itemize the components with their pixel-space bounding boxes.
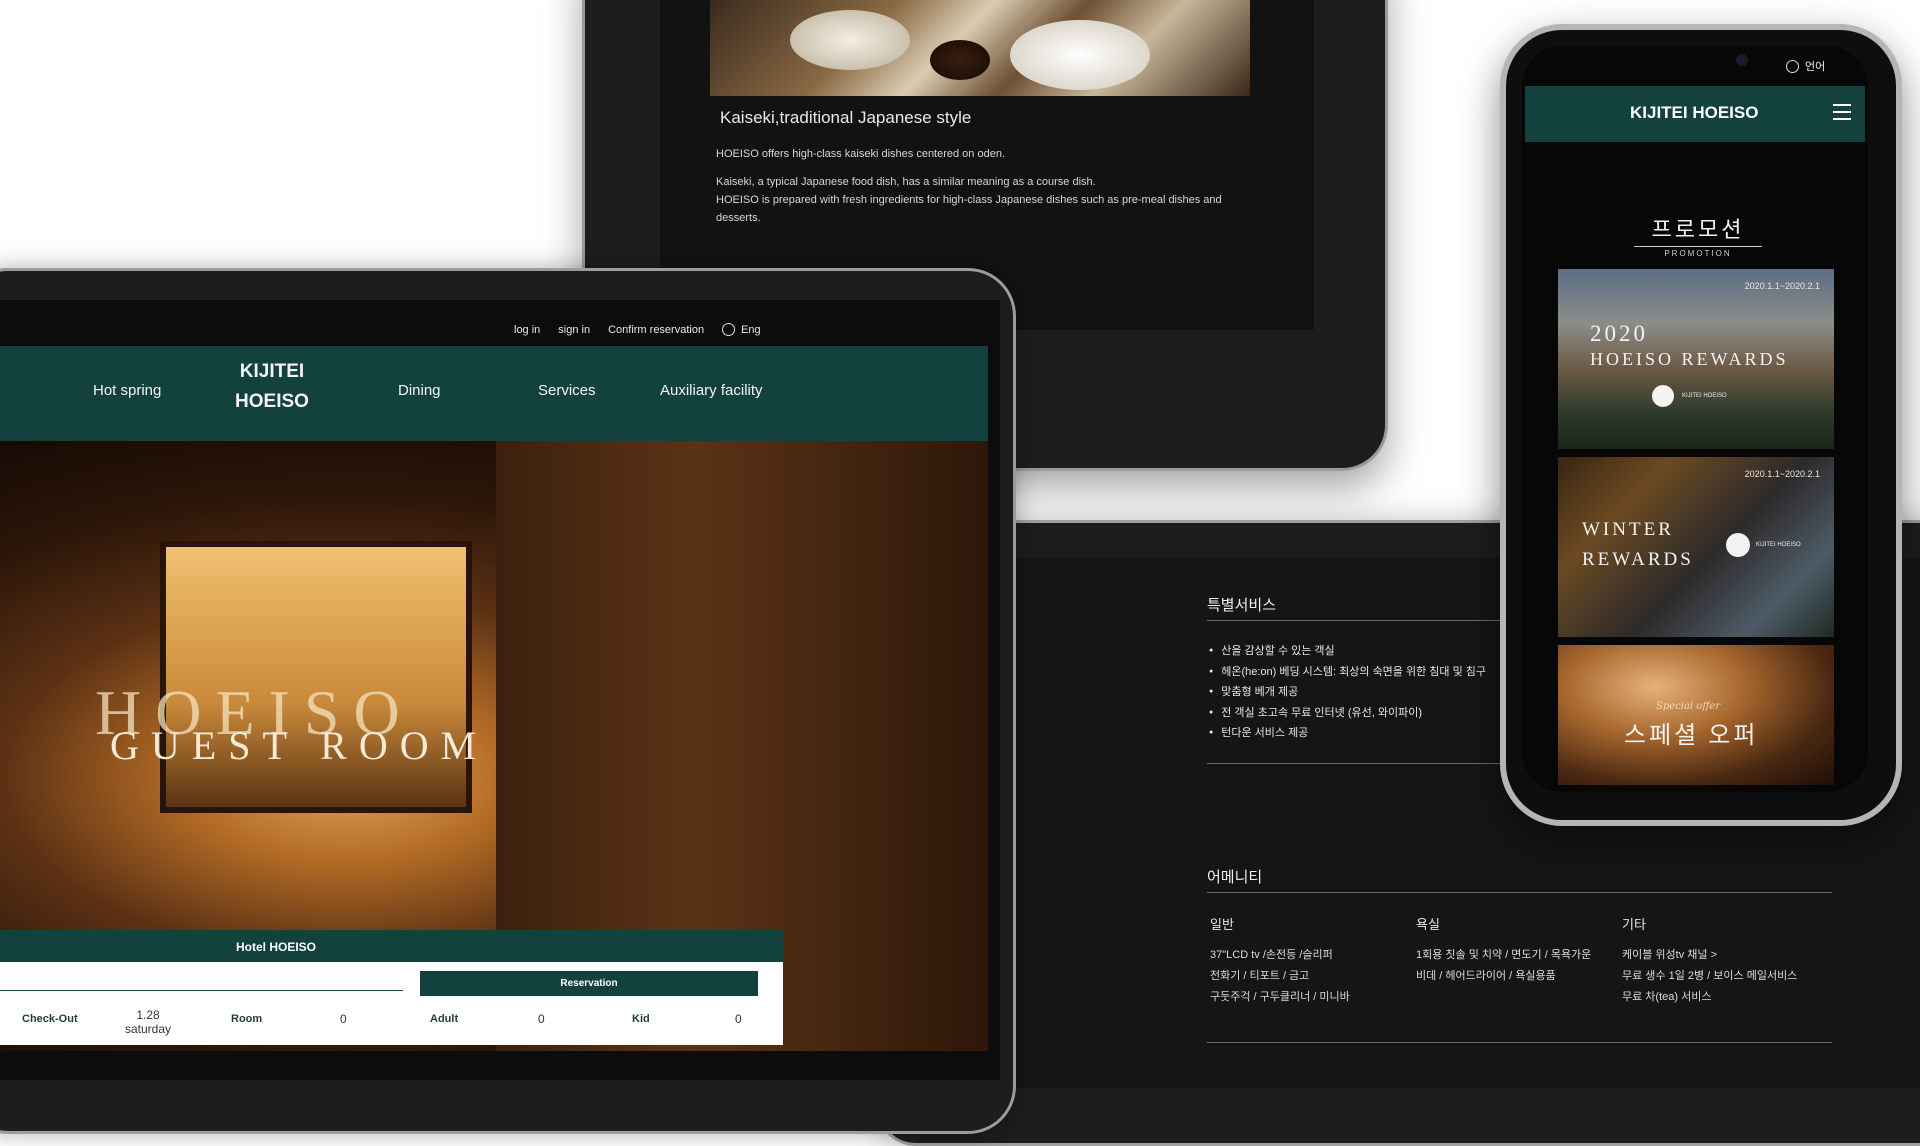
language-selector[interactable]: Eng bbox=[722, 323, 761, 336]
promo-card-title: REWARDS bbox=[1582, 549, 1694, 570]
amenity-line: 37"LCD tv /손전등 /슬리퍼 bbox=[1210, 949, 1333, 961]
promotion-title: 프로모션 bbox=[1651, 218, 1745, 243]
reservation-button[interactable]: Reservation bbox=[420, 971, 758, 996]
promo-card-title: HOEISO REWARDS bbox=[1590, 349, 1789, 369]
divider bbox=[0, 990, 403, 991]
adult-count[interactable]: 0 bbox=[538, 1012, 545, 1026]
crane-logo-icon bbox=[1726, 533, 1750, 557]
amenity-line: 구둣주걱 / 구두클리너 / 미니바 bbox=[1210, 991, 1350, 1003]
promo-card[interactable]: Special offer 스페셜 오퍼 bbox=[1558, 645, 1834, 785]
nav-hot-spring[interactable]: Hot spring bbox=[93, 382, 161, 399]
nav-dining[interactable]: Dining bbox=[398, 382, 441, 399]
camera-icon bbox=[1736, 54, 1748, 66]
room-label: Room bbox=[231, 1013, 263, 1025]
promo-card-title: WINTER bbox=[1582, 519, 1674, 540]
list-item: 산을 감상할 수 있는 객실 bbox=[1209, 641, 1486, 662]
promo-logo-text: KIJITEI HOEISO bbox=[1756, 542, 1801, 548]
amenity-line: 무료 생수 1일 2병 / 보이스 메일서비스 bbox=[1622, 970, 1798, 982]
room-count[interactable]: 0 bbox=[340, 1012, 347, 1026]
list-item: 맞춤형 베개 제공 bbox=[1209, 682, 1486, 703]
language-label: Eng bbox=[741, 323, 761, 336]
adult-label: Adult bbox=[430, 1013, 459, 1025]
kid-count[interactable]: 0 bbox=[735, 1012, 742, 1026]
phone-language-selector[interactable]: 언어 bbox=[1786, 58, 1825, 74]
promotion-subtitle: PROMOTION bbox=[1664, 249, 1732, 258]
amenity-column-general: 일반 37"LCD tv /손전등 /슬리퍼 전화기 / 티포트 / 금고 구둣… bbox=[1210, 914, 1410, 1008]
promotion-heading: 프로모션 PROMOTION bbox=[1634, 212, 1762, 258]
promo-card-title: 스페셜 오퍼 bbox=[1624, 723, 1759, 749]
booking-header bbox=[0, 930, 783, 962]
promo-date: 2020.1.1~2020.2.1 bbox=[1744, 469, 1820, 479]
crane-logo-icon bbox=[1652, 385, 1674, 407]
divider bbox=[1634, 246, 1762, 247]
kaiseki-photo bbox=[710, 0, 1250, 96]
promo-card[interactable]: 2020.1.1~2020.2.1 WINTER REWARDS KIJITEI… bbox=[1558, 457, 1834, 637]
kaiseki-paragraph: HOEISO offers high-class kaiseki dishes … bbox=[716, 148, 1006, 160]
kaiseki-paragraph: Kaiseki, a typical Japanese food dish, h… bbox=[716, 176, 1096, 188]
phone-language-label: 언어 bbox=[1805, 61, 1826, 73]
list-item: 전 객실 초고속 무료 인터넷 (유선, 와이파이) bbox=[1209, 703, 1486, 724]
divider bbox=[1207, 1042, 1832, 1043]
hamburger-menu-icon[interactable] bbox=[1833, 104, 1851, 120]
checkout-day: saturday bbox=[124, 1022, 172, 1036]
top-utility-bar: log in sign in Confirm reservation Eng bbox=[514, 323, 761, 336]
nav-services[interactable]: Services bbox=[538, 382, 596, 399]
phone-brand[interactable]: KIJITEI HOEISO bbox=[1630, 103, 1758, 123]
promo-date: 2020.1.1~2020.2.1 bbox=[1744, 281, 1820, 291]
amenity-line: 무료 차(tea) 서비스 bbox=[1622, 991, 1712, 1003]
amenity-column-bath: 욕실 1회용 칫솔 및 치약 / 면도기 / 목욕가운 비데 / 헤어드라이어 … bbox=[1416, 914, 1616, 987]
globe-icon bbox=[722, 323, 736, 336]
promo-logo-text: KIJITEI HOEISO bbox=[1682, 393, 1727, 399]
confirm-reservation-link[interactable]: Confirm reservation bbox=[608, 324, 704, 336]
amenity-line: 비데 / 헤어드라이어 / 욕실용품 bbox=[1416, 970, 1556, 982]
globe-icon bbox=[1786, 59, 1799, 73]
hero-subtitle: GUEST ROOM bbox=[110, 723, 489, 768]
checkout-date-picker[interactable]: 1.28 saturday bbox=[120, 1008, 176, 1036]
checkout-date: 1.28 bbox=[136, 1008, 160, 1022]
special-services-title: 특별서비스 bbox=[1207, 597, 1277, 614]
booking-hotel-name: Hotel HOEISO bbox=[236, 940, 317, 954]
promo-card[interactable]: 2020.1.1~2020.2.1 2020 HOEISO REWARDS KI… bbox=[1558, 269, 1834, 449]
reservation-button-label: Reservation bbox=[560, 978, 618, 989]
kaiseki-paragraph: HOEISO is prepared with fresh ingredient… bbox=[716, 194, 1222, 224]
promo-card-title: 2020 bbox=[1590, 321, 1648, 346]
amenity-column-heading: 기타 bbox=[1622, 917, 1646, 932]
amenity-column-other: 기타 케이블 위성tv 채널 > 무료 생수 1일 2병 / 보이스 메일서비스… bbox=[1622, 914, 1832, 1008]
kid-label: Kid bbox=[632, 1013, 650, 1025]
brand-logo[interactable]: KIJITEI HOEISO bbox=[234, 361, 310, 413]
signin-link[interactable]: sign in bbox=[558, 324, 590, 336]
nav-auxiliary-facility[interactable]: Auxiliary facility bbox=[660, 382, 763, 399]
login-link[interactable]: log in bbox=[514, 324, 540, 336]
brand-line: HOEISO bbox=[235, 391, 309, 412]
amenities-title: 어메니티 bbox=[1207, 869, 1263, 886]
brand-line: KIJITEI bbox=[239, 361, 305, 382]
amenity-column-heading: 일반 bbox=[1210, 917, 1234, 932]
kaiseki-title: Kaiseki,traditional Japanese style bbox=[720, 108, 972, 127]
promo-card-small: Special offer bbox=[1656, 701, 1721, 712]
divider bbox=[1207, 892, 1832, 893]
amenity-line: 전화기 / 티포트 / 금고 bbox=[1210, 970, 1310, 982]
list-item: 헤온(he:on) 베딩 시스템: 최상의 숙면을 위한 침대 및 침구 bbox=[1209, 662, 1486, 683]
special-services-list: 산을 감상할 수 있는 객실 헤온(he:on) 베딩 시스템: 최상의 숙면을… bbox=[1209, 641, 1486, 744]
amenity-link[interactable]: 케이블 위성tv 채널 > bbox=[1622, 945, 1832, 966]
list-item: 턴다운 서비스 제공 bbox=[1209, 723, 1486, 744]
checkout-label: Check-Out bbox=[22, 1013, 78, 1025]
amenity-line: 1회용 칫솔 및 치약 / 면도기 / 목욕가운 bbox=[1416, 949, 1592, 961]
amenity-column-heading: 욕실 bbox=[1416, 917, 1440, 932]
